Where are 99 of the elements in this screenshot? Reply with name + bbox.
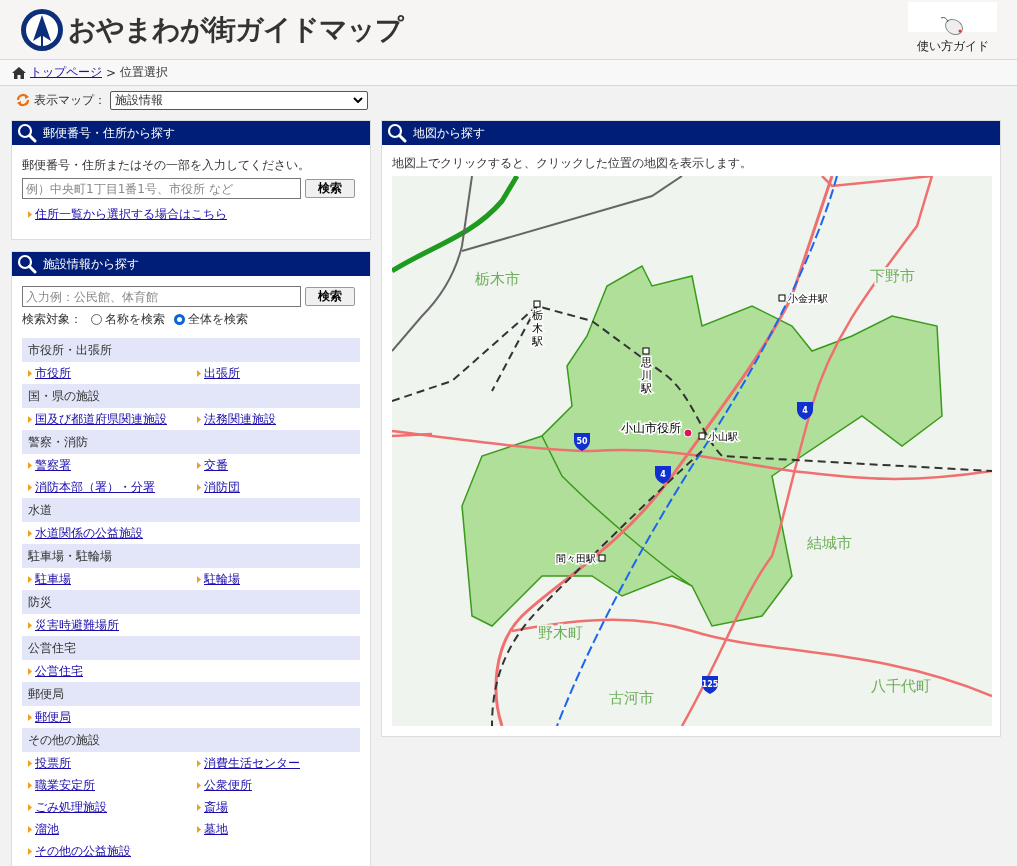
triangle-bullet-icon xyxy=(28,210,32,218)
category-header: 防災 xyxy=(22,590,360,614)
search-button[interactable]: 検索 xyxy=(305,287,355,306)
current-page: 位置選択 xyxy=(120,64,169,81)
facility-link[interactable]: 市役所 xyxy=(35,364,71,382)
station-label: 栃木駅 xyxy=(531,300,543,348)
refresh-icon xyxy=(16,93,30,107)
facility-link[interactable]: 駐輪場 xyxy=(204,570,240,588)
map-selector-label: 表示マップ： xyxy=(34,91,106,109)
triangle-bullet-icon xyxy=(28,415,32,423)
facility-link[interactable]: 消費生活センター xyxy=(204,754,300,772)
facility-link[interactable]: 国及び都道府県関連施設 xyxy=(35,410,167,428)
facility-link[interactable]: 斎場 xyxy=(204,798,228,816)
facility-link[interactable]: 職業安定所 xyxy=(35,776,95,794)
radio-label[interactable]: 全体を検索 xyxy=(188,311,248,328)
facility-link[interactable]: 警察署 xyxy=(35,456,71,474)
facility-link[interactable]: 災害時避難場所 xyxy=(35,616,119,634)
facility-input[interactable]: 入力例：公民館、体育館 xyxy=(22,286,301,307)
triangle-bullet-icon xyxy=(28,781,32,789)
radio-button[interactable] xyxy=(174,314,185,325)
category-header: 公営住宅 xyxy=(22,636,360,660)
triangle-bullet-icon xyxy=(28,825,32,833)
category-header: その他の施設 xyxy=(22,728,360,752)
facility-link[interactable]: ごみ処理施設 xyxy=(35,798,107,816)
facility-link[interactable]: 郵便局 xyxy=(35,708,71,726)
instruction-text: 地図上でクリックすると、クリックした位置の地図を表示します。 xyxy=(392,156,752,170)
triangle-bullet-icon xyxy=(28,461,32,469)
breadcrumb-separator: > xyxy=(106,65,117,80)
home-link[interactable]: トップページ xyxy=(30,64,102,81)
triangle-bullet-icon xyxy=(197,369,201,377)
landmark-label: 小山市役所 xyxy=(621,421,681,435)
category-header: 水道 xyxy=(22,498,360,522)
area-label: 八千代町 xyxy=(871,677,931,695)
triangle-bullet-icon xyxy=(28,483,32,491)
triangle-bullet-icon xyxy=(197,415,201,423)
route-shield-icon: 4 xyxy=(655,466,671,484)
instruction-text: 郵便番号・住所またはその一部を入力してください。 xyxy=(22,157,311,174)
triangle-bullet-icon xyxy=(197,575,201,583)
area-label: 野木町 xyxy=(537,624,583,642)
facility-link[interactable]: 出張所 xyxy=(204,364,240,382)
search-button[interactable]: 検索 xyxy=(305,179,355,198)
triangle-bullet-icon xyxy=(28,575,32,583)
category-header: 郵便局 xyxy=(22,682,360,706)
route-shield-icon: 50 xyxy=(574,433,590,451)
triangle-bullet-icon xyxy=(28,667,32,675)
triangle-bullet-icon xyxy=(28,847,32,855)
triangle-bullet-icon xyxy=(28,803,32,811)
triangle-bullet-icon xyxy=(197,781,201,789)
facility-link[interactable]: 交番 xyxy=(204,456,228,474)
station-label: 間々田駅 xyxy=(556,553,606,564)
triangle-bullet-icon xyxy=(197,803,201,811)
category-header: 国・県の施設 xyxy=(22,384,360,408)
route-shield-icon: 4 xyxy=(797,402,813,420)
station-label: 小山駅 xyxy=(698,431,738,442)
facility-link[interactable]: 消防本部（署）・分署 xyxy=(35,478,155,496)
triangle-bullet-icon xyxy=(28,759,32,767)
category-header: 警察・消防 xyxy=(22,430,360,454)
facility-link[interactable]: 消防団 xyxy=(204,478,240,496)
triangle-bullet-icon xyxy=(28,621,32,629)
area-label: 栃木市 xyxy=(474,270,520,288)
search-icon xyxy=(17,123,37,143)
search-icon xyxy=(387,123,407,143)
category-header: 市役所・出張所 xyxy=(22,338,360,362)
logo-icon xyxy=(20,7,64,52)
triangle-bullet-icon xyxy=(197,759,201,767)
area-label: 古河市 xyxy=(608,689,654,707)
radio-button[interactable] xyxy=(91,314,102,325)
home-icon xyxy=(12,66,26,79)
facility-link[interactable]: 法務関連施設 xyxy=(204,410,276,428)
address-input[interactable]: 例）中央町1丁目1番1号、市役所 など xyxy=(22,178,301,199)
map-select[interactable]: 施設情報 xyxy=(110,90,368,110)
facility-link[interactable]: 墓地 xyxy=(204,820,228,838)
search-icon xyxy=(17,254,37,274)
area-label: 結城市 xyxy=(806,534,852,552)
triangle-bullet-icon xyxy=(28,369,32,377)
site-title: おやまわが街ガイドマップ xyxy=(68,11,403,48)
landmark-pin-icon xyxy=(683,428,693,438)
radio-label[interactable]: 名称を検索 xyxy=(105,311,165,328)
triangle-bullet-icon xyxy=(28,713,32,721)
facility-link[interactable]: 水道関係の公益施設 xyxy=(35,524,143,542)
search-target-label: 検索対象： xyxy=(22,311,82,328)
triangle-bullet-icon xyxy=(28,529,32,537)
facility-link[interactable]: 駐車場 xyxy=(35,570,71,588)
facility-link[interactable]: その他の公益施設 xyxy=(35,842,131,860)
facility-link[interactable]: 投票所 xyxy=(35,754,71,772)
route-shield-icon: 125 xyxy=(701,676,719,694)
triangle-bullet-icon xyxy=(197,461,201,469)
triangle-bullet-icon xyxy=(197,483,201,491)
panel-title: 郵便番号・住所から探す xyxy=(43,124,175,142)
facility-link[interactable]: 溜池 xyxy=(35,820,59,838)
address-list-link[interactable]: 住所一覧から選択する場合はこちら xyxy=(35,205,227,223)
panel-title: 地図から探す xyxy=(413,124,485,142)
panel-title: 施設情報から探す xyxy=(43,255,139,273)
station-label: 思川駅 xyxy=(640,347,652,395)
facility-link[interactable]: 公営住宅 xyxy=(35,662,83,680)
triangle-bullet-icon xyxy=(197,825,201,833)
category-header: 駐車場・駐輪場 xyxy=(22,544,360,568)
facility-link[interactable]: 公衆便所 xyxy=(204,776,252,794)
chevron-down-icon xyxy=(353,97,363,103)
